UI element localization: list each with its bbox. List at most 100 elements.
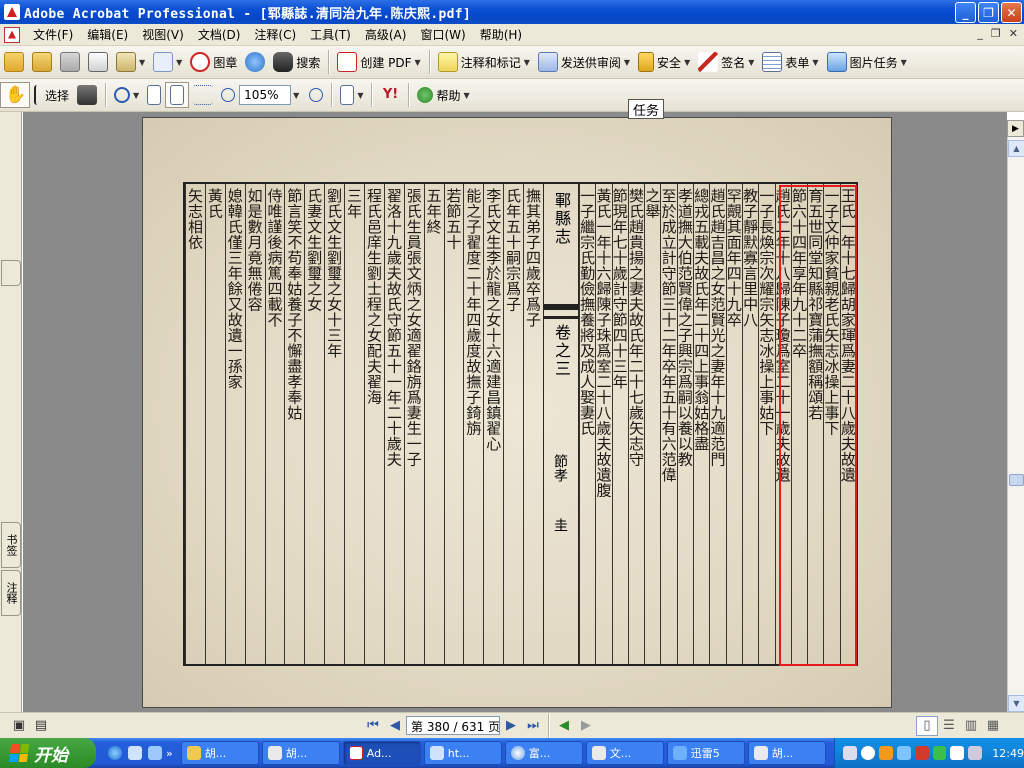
zoom-input[interactable]: 105% xyxy=(239,85,292,105)
pdf-page: 鄆縣志 卷之三 節孝 圭 王氏一年十七歸胡家琿爲妻二十八歲夫故遺 一子文仲家貧親老… xyxy=(142,117,892,708)
email-review-button[interactable] xyxy=(241,49,269,75)
comment-markup-button[interactable]: 注释和标记 ▼ xyxy=(434,49,534,75)
zoom-out-icon xyxy=(221,88,236,102)
nav-tab-top[interactable] xyxy=(1,260,21,286)
search-button[interactable]: 搜索 xyxy=(269,49,324,75)
basic-toolbar: ✋ 选择 ▼ 105% ▼ ▼ Y! 帮助 ▼ xyxy=(0,79,1024,112)
stamp-button[interactable]: 图章 xyxy=(186,49,241,75)
tray-app-icon[interactable] xyxy=(878,746,893,760)
tray-expand-icon[interactable] xyxy=(860,746,875,760)
close-button[interactable]: ✕ xyxy=(1001,2,1022,23)
document-icon[interactable] xyxy=(4,26,20,43)
fit-page-button[interactable] xyxy=(165,82,190,108)
notepad-icon xyxy=(267,746,282,760)
send-review-button[interactable]: 发送供审阅 ▼ xyxy=(534,49,634,75)
single-page-view-icon[interactable]: ▣ xyxy=(8,716,30,736)
continuous-layout-button[interactable]: ☰ xyxy=(938,716,960,736)
menu-tools[interactable]: 工具(T) xyxy=(303,26,358,43)
taskbar-item[interactable]: 胡... xyxy=(180,741,259,765)
menu-document[interactable]: 文档(D) xyxy=(191,26,248,43)
sign-button[interactable]: 签名 ▼ xyxy=(694,49,758,75)
single-page-layout-button[interactable]: ▯ xyxy=(916,715,938,736)
security-button[interactable]: 安全 ▼ xyxy=(634,49,694,75)
attach-button[interactable]: ▼ xyxy=(149,49,186,75)
nav-tab-comments[interactable]: 注释 xyxy=(1,570,21,616)
window-title: Adobe Acrobat Professional - [郓縣誌.清同治九年.… xyxy=(24,6,471,22)
collapse-pane-button[interactable]: ▶ xyxy=(1007,120,1024,137)
quicklaunch-icon[interactable] xyxy=(128,746,142,760)
menu-window[interactable]: 窗口(W) xyxy=(413,26,472,43)
tray-app-icon[interactable] xyxy=(950,746,965,760)
help-button[interactable]: 帮助 ▼ xyxy=(413,82,473,108)
page-layout-button[interactable]: ▼ xyxy=(336,82,367,108)
zoom-tool-button[interactable]: ▼ xyxy=(110,82,143,108)
zoom-dropdown-icon[interactable]: ▼ xyxy=(293,91,299,100)
zoom-in-button[interactable] xyxy=(305,82,327,108)
ie-quicklaunch-icon[interactable] xyxy=(108,746,122,760)
keyboard-icon[interactable] xyxy=(843,746,857,760)
tray-app-icon[interactable] xyxy=(896,746,911,760)
first-page-button[interactable]: ⏮ xyxy=(362,716,384,736)
snapshot-button[interactable] xyxy=(73,82,101,108)
next-page-button[interactable]: ▶ xyxy=(500,716,522,736)
taskbar-item-acrobat[interactable]: Ad... xyxy=(342,741,421,765)
fit-width-button[interactable] xyxy=(189,82,217,108)
menu-help[interactable]: 帮助(H) xyxy=(473,26,529,43)
next-view-button[interactable]: ▶ xyxy=(575,716,597,736)
create-pdf-button[interactable]: 创建 PDF ▼ xyxy=(333,49,424,75)
tray-app-icon[interactable] xyxy=(932,746,947,760)
select-tool-button[interactable]: 选择 xyxy=(30,82,73,108)
forms-button[interactable]: 表单 ▼ xyxy=(758,49,822,75)
page-frame: 鄆縣志 卷之三 節孝 圭 王氏一年十七歸胡家琿爲妻二十八歲夫故遺 一子文仲家貧親老… xyxy=(183,182,858,666)
save-button[interactable] xyxy=(56,49,84,75)
zoom-out-button[interactable] xyxy=(217,82,239,108)
nav-tab-bookmarks[interactable]: 书签 xyxy=(1,522,21,568)
doc-restore-button[interactable]: ❐ xyxy=(991,27,1001,40)
menu-view[interactable]: 视图(V) xyxy=(135,26,191,43)
page-number-field[interactable]: 第 380 / 631 页 xyxy=(406,716,500,735)
yahoo-button[interactable]: Y! xyxy=(376,82,404,108)
actual-size-button[interactable] xyxy=(143,82,165,108)
document-properties-icon[interactable]: ▤ xyxy=(30,716,52,736)
menu-advanced[interactable]: 高级(A) xyxy=(358,26,414,43)
menu-comments[interactable]: 注释(C) xyxy=(247,26,303,43)
scroll-down-arrow[interactable]: ▼ xyxy=(1008,695,1024,712)
windows-taskbar: 开始 » 胡... 胡... Ad... ht... 富... 文... 迅雷5… xyxy=(0,738,1024,768)
quicklaunch-icon[interactable] xyxy=(148,746,162,760)
taskbar-item[interactable]: 胡... xyxy=(747,741,826,765)
taskbar-item-thunder[interactable]: 迅雷5 xyxy=(666,741,745,765)
facing-layout-button[interactable]: ▥ xyxy=(960,716,982,736)
scroll-thumb[interactable] xyxy=(1009,474,1024,486)
print-button[interactable] xyxy=(84,49,112,75)
menu-edit[interactable]: 编辑(E) xyxy=(80,26,135,43)
doc-minimize-button[interactable]: _ xyxy=(977,27,983,40)
doc-close-button[interactable]: ✕ xyxy=(1009,27,1018,40)
continuous-facing-layout-button[interactable]: ▦ xyxy=(982,716,1004,736)
taskbar-item[interactable]: 胡... xyxy=(261,741,340,765)
help-label: 帮助 xyxy=(436,88,461,103)
open-button[interactable] xyxy=(0,49,28,75)
vertical-scrollbar[interactable]: ▲ ▼ xyxy=(1007,120,1024,712)
hand-tool-button[interactable]: ✋ xyxy=(0,82,30,108)
image-tasks-button[interactable]: 图片任务 ▼ xyxy=(823,49,911,75)
minimize-button[interactable]: _ xyxy=(955,2,976,23)
volume-icon[interactable] xyxy=(968,746,983,760)
previous-view-button[interactable]: ◀ xyxy=(553,716,575,736)
menu-file[interactable]: 文件(F) xyxy=(26,26,80,43)
taskbar-item[interactable]: 富... xyxy=(504,741,583,765)
image-tasks-label: 图片任务 xyxy=(849,55,898,70)
shield-icon[interactable] xyxy=(914,746,929,760)
email-button[interactable]: ▼ xyxy=(112,49,149,75)
taskbar-item[interactable]: 文... xyxy=(585,741,664,765)
previous-page-button[interactable]: ◀ xyxy=(384,716,406,736)
quicklaunch-expand-icon[interactable]: » xyxy=(166,747,173,760)
sign-label: 签名 xyxy=(721,55,746,70)
organizer-button[interactable] xyxy=(28,49,56,75)
taskbar-item[interactable]: ht... xyxy=(423,741,502,765)
start-button[interactable]: 开始 xyxy=(0,738,96,768)
scroll-up-arrow[interactable]: ▲ xyxy=(1008,140,1024,157)
restore-button[interactable]: ❐ xyxy=(978,2,999,23)
browser-icon xyxy=(510,746,525,760)
last-page-button[interactable]: ⏭ xyxy=(522,716,544,736)
folder-icon xyxy=(186,746,201,760)
